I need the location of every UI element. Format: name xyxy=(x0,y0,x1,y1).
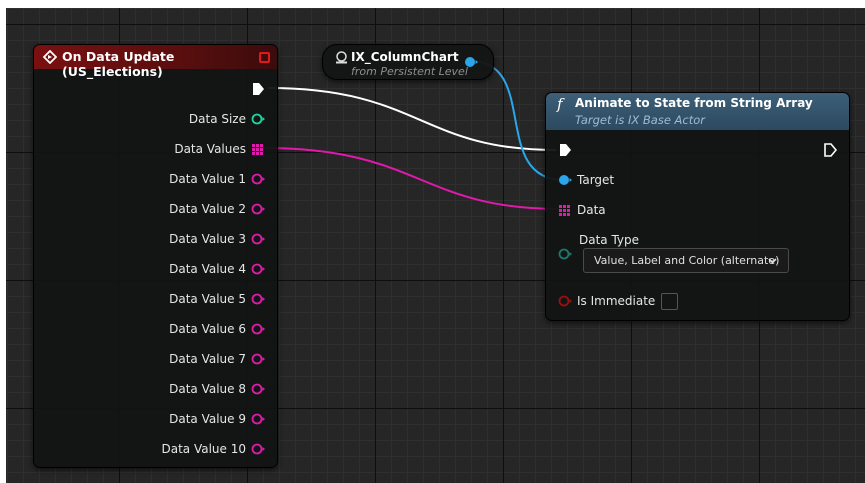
output-row-data-value-8[interactable]: Data Value 8 xyxy=(169,381,265,397)
function-node-header[interactable]: f Animate to State from String Array Tar… xyxy=(546,93,849,130)
pin-label: Data Value 10 xyxy=(161,442,246,456)
string-pin-icon[interactable] xyxy=(251,352,265,366)
pin-label: Data Size xyxy=(188,112,246,126)
exec-output-row[interactable] xyxy=(251,81,265,97)
exec-out-pin-icon[interactable] xyxy=(823,142,837,158)
exec-wire[interactable] xyxy=(267,87,557,151)
pin-label: Data Value 4 xyxy=(169,262,246,276)
variable-node[interactable]: IX_ColumnChart from Persistent Level xyxy=(322,44,494,80)
pin-label: Data xyxy=(577,203,606,217)
string-pin-icon[interactable] xyxy=(251,322,265,336)
exec-out-pin-icon[interactable] xyxy=(251,82,265,96)
pin-label: Data Value 3 xyxy=(169,232,246,246)
output-row-data-value-1[interactable]: Data Value 1 xyxy=(169,171,265,187)
pin-label: Data Value 6 xyxy=(169,322,246,336)
object-pin-icon[interactable] xyxy=(464,55,478,69)
event-node[interactable]: On Data Update (US_Elections) Data Size … xyxy=(33,44,278,468)
string-pin-icon[interactable] xyxy=(251,442,265,456)
object-pin-icon[interactable] xyxy=(558,173,572,187)
output-row-data-value-9[interactable]: Data Value 9 xyxy=(169,411,265,427)
string-pin-icon[interactable] xyxy=(251,292,265,306)
integer-pin-icon[interactable] xyxy=(251,112,265,126)
string-pin-icon[interactable] xyxy=(251,172,265,186)
output-row-data-value-4[interactable]: Data Value 4 xyxy=(169,261,265,277)
exec-input-row[interactable] xyxy=(558,142,572,158)
output-row-data-value-2[interactable]: Data Value 2 xyxy=(169,201,265,217)
input-row-target[interactable]: Target xyxy=(558,172,614,188)
world-actor-icon xyxy=(336,51,347,64)
output-row-data-value-5[interactable]: Data Value 5 xyxy=(169,291,265,307)
pin-label: Target xyxy=(577,173,615,187)
pin-label: Data Values xyxy=(174,142,246,156)
pin-label: Data Value 9 xyxy=(169,412,246,426)
pin-label: Data Value 1 xyxy=(169,172,246,186)
pin-label: Data Value 5 xyxy=(169,292,246,306)
output-row-data-value-6[interactable]: Data Value 6 xyxy=(169,321,265,337)
output-row-data-value-7[interactable]: Data Value 7 xyxy=(169,351,265,367)
array-wire[interactable] xyxy=(263,147,561,210)
event-node-header[interactable]: On Data Update (US_Elections) xyxy=(34,45,277,79)
string-pin-icon[interactable] xyxy=(251,262,265,276)
function-node[interactable]: f Animate to State from String Array Tar… xyxy=(545,92,850,321)
event-node-title: On Data Update (US_Elections) xyxy=(62,49,175,79)
function-node-subtitle: Target is IX Base Actor xyxy=(575,113,706,127)
output-row-data-value-10[interactable]: Data Value 10 xyxy=(161,441,265,457)
data-type-value: Value, Label and Color (alternate) xyxy=(594,254,780,267)
pin-label: Data Value 7 xyxy=(169,352,246,366)
data-type-dropdown[interactable]: Value, Label and Color (alternate) xyxy=(583,248,789,273)
array-grid-pin-icon[interactable] xyxy=(558,203,572,217)
array-grid-pin-icon[interactable] xyxy=(251,142,265,156)
string-pin-icon[interactable] xyxy=(251,202,265,216)
exec-in-pin-icon[interactable] xyxy=(558,143,572,157)
variable-node-subtitle: from Persistent Level xyxy=(351,65,468,78)
output-row-data-values[interactable]: Data Values xyxy=(174,141,265,157)
delegate-pin-icon[interactable] xyxy=(259,52,270,63)
function-node-title: Animate to State from String Array xyxy=(575,96,813,110)
pin-label: Data Value 8 xyxy=(169,382,246,396)
pin-label: Data Value 2 xyxy=(169,202,246,216)
data-type-label: Data Type xyxy=(579,233,640,247)
string-pin-icon[interactable] xyxy=(251,232,265,246)
output-row-data-size[interactable]: Data Size xyxy=(189,111,265,127)
event-diamond-icon xyxy=(43,50,57,64)
input-row-is-immediate[interactable]: Is Immediate xyxy=(558,292,679,310)
enum-pin-icon[interactable] xyxy=(558,247,572,261)
output-row-data-value-3[interactable]: Data Value 3 xyxy=(169,231,265,247)
boolean-pin-icon[interactable] xyxy=(558,294,572,308)
input-row-data[interactable]: Data xyxy=(558,202,606,218)
pin-label: Is Immediate xyxy=(577,294,656,308)
variable-node-title: IX_ColumnChart xyxy=(351,50,459,64)
chevron-down-icon xyxy=(768,258,777,264)
is-immediate-checkbox[interactable] xyxy=(661,292,679,310)
string-pin-icon[interactable] xyxy=(251,382,265,396)
string-pin-icon[interactable] xyxy=(251,412,265,426)
function-glyph-icon: f xyxy=(557,95,563,113)
